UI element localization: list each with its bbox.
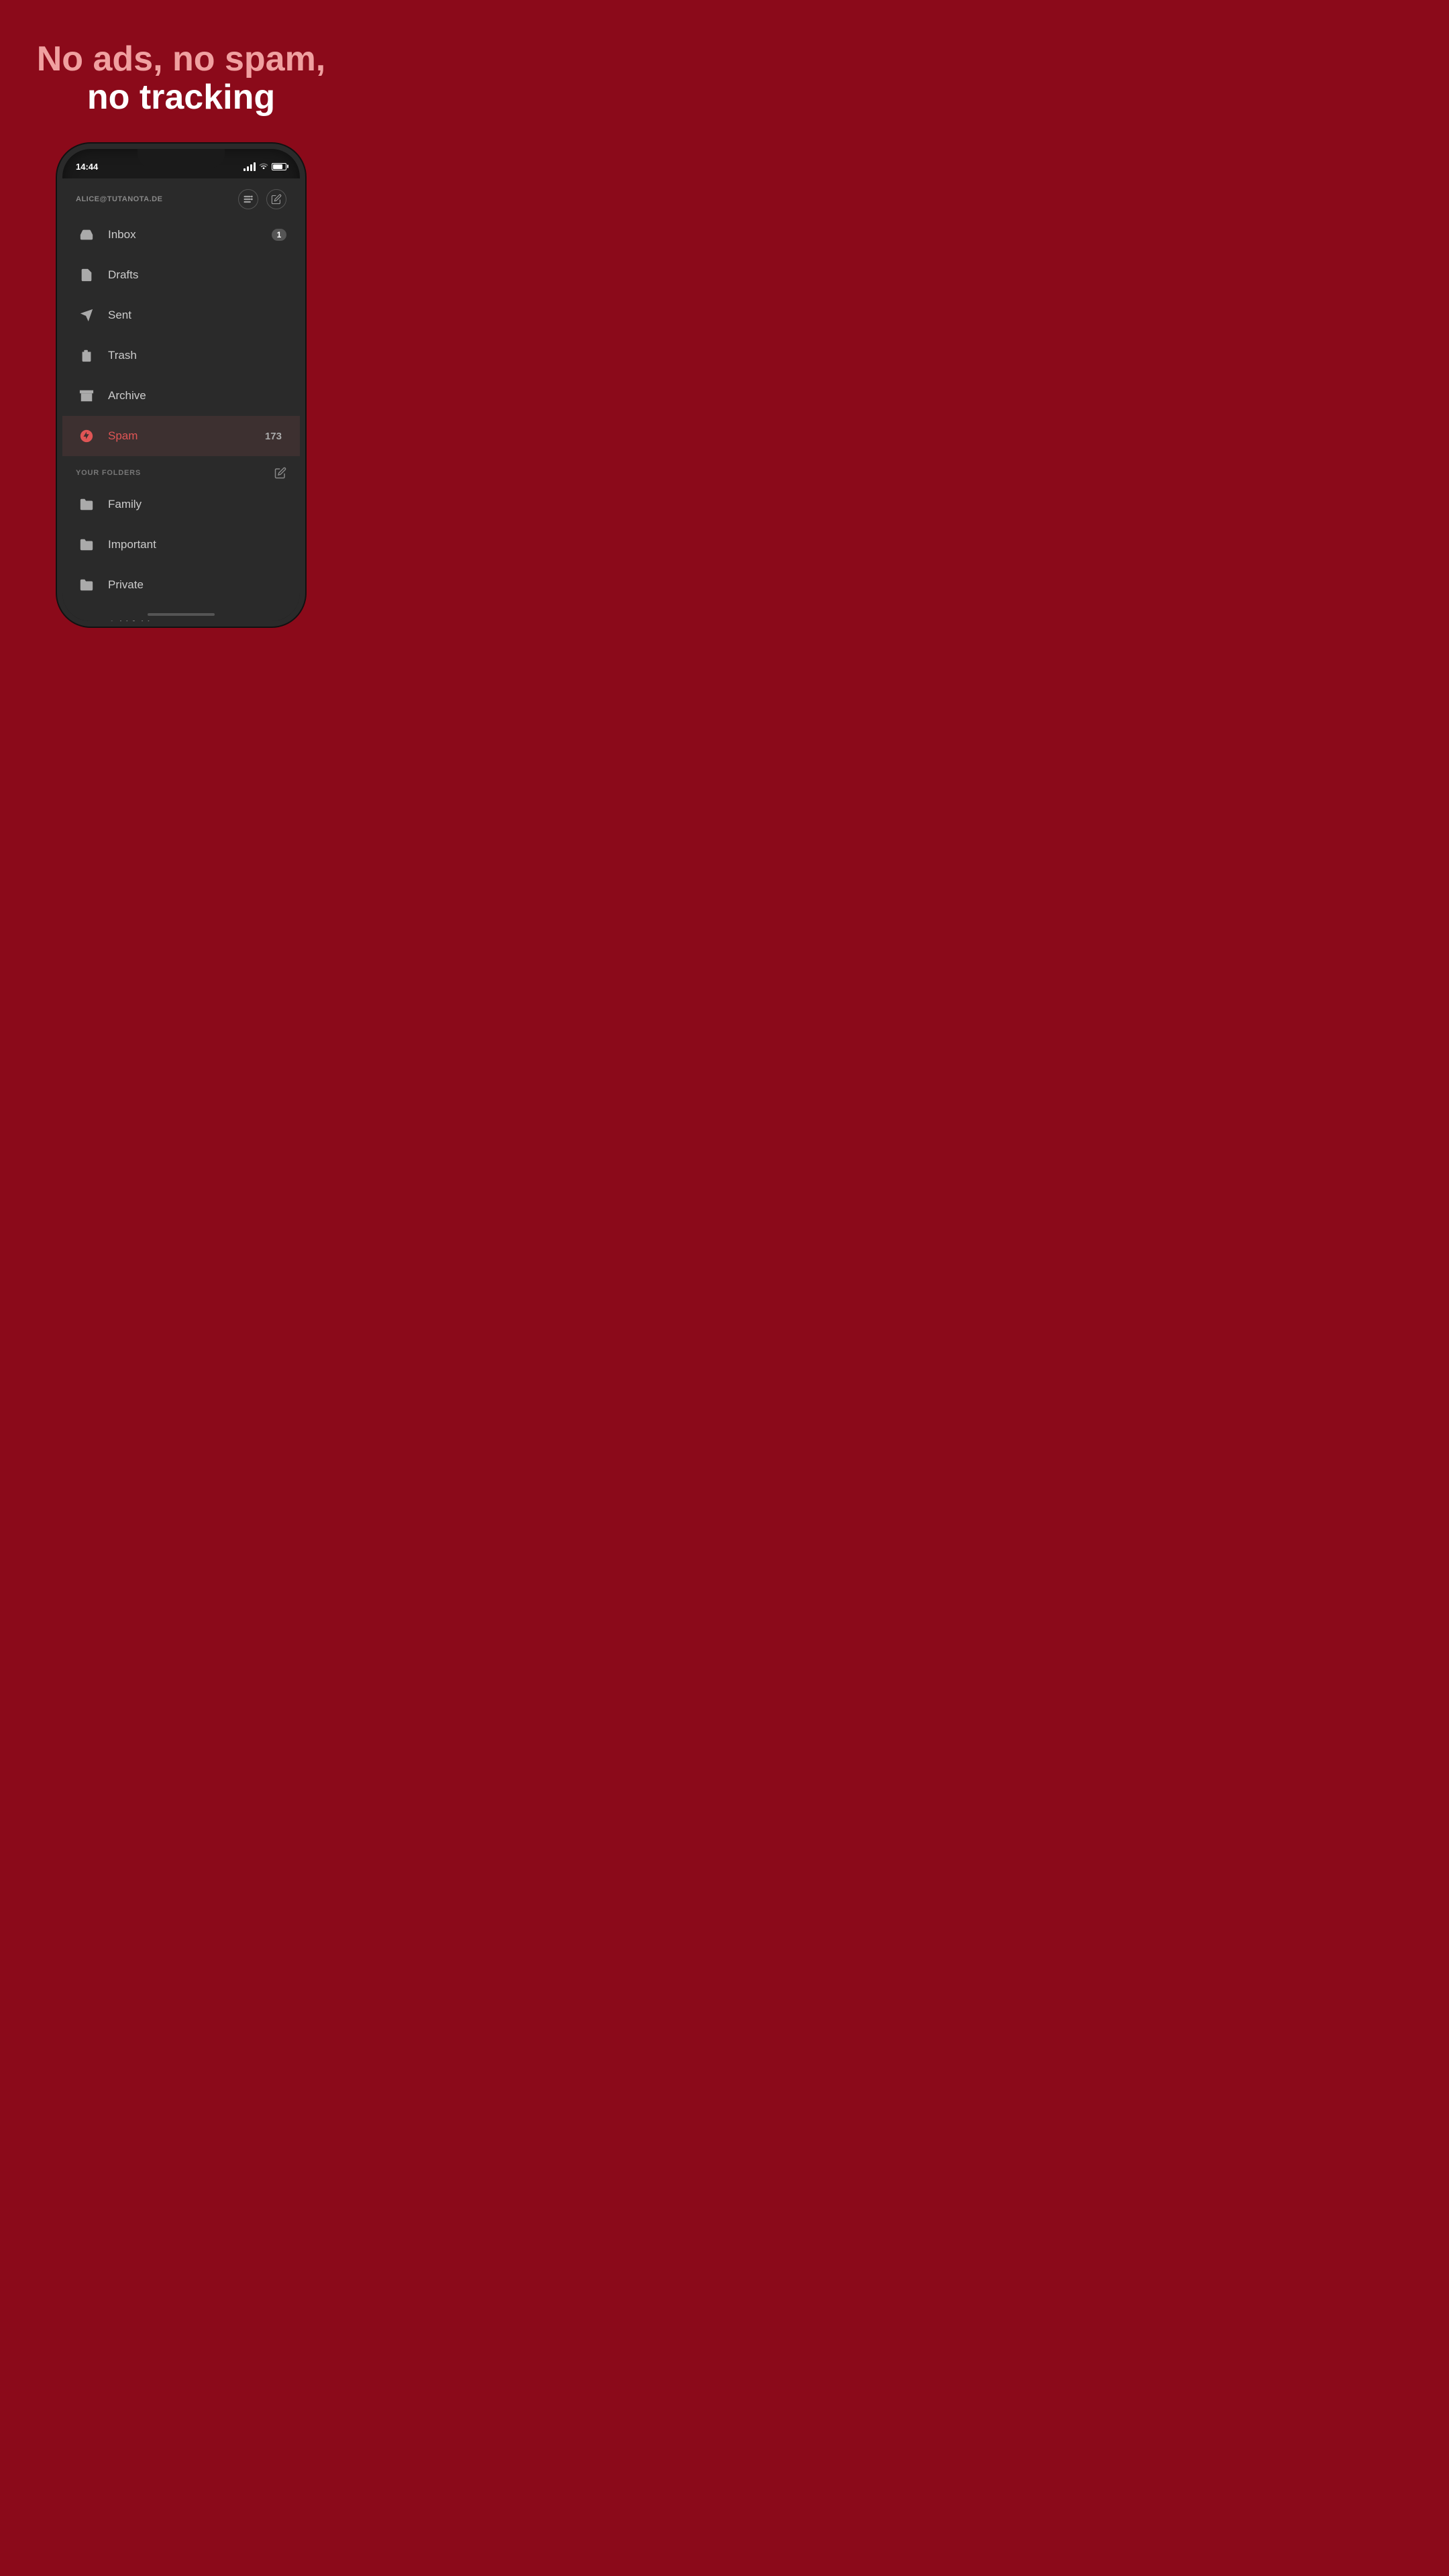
sent-label: Sent	[108, 309, 286, 322]
inbox-label: Inbox	[108, 228, 272, 241]
hero-line1: No ads, no spam,	[20, 40, 342, 78]
trash-label: Trash	[108, 349, 286, 362]
account-header: ALICE@TUTANOTA.DE	[62, 178, 300, 215]
signal-bars-icon	[244, 162, 256, 171]
phone-mockup: 14:44	[57, 144, 305, 627]
add-folder-label: Add folder	[108, 619, 160, 621]
private-folder-icon	[76, 574, 97, 596]
trash-icon	[76, 345, 97, 366]
multiselect-icon	[243, 194, 254, 205]
family-folder-icon	[76, 494, 97, 515]
folder-item-private[interactable]: Private	[62, 565, 300, 605]
folder-item-important[interactable]: Important	[62, 525, 300, 565]
drafts-icon	[76, 264, 97, 286]
compose-icon	[271, 194, 282, 205]
sent-icon	[76, 305, 97, 326]
mailbox-nav: Inbox 1 Drafts	[62, 215, 300, 456]
archive-label: Archive	[108, 389, 286, 402]
drafts-label: Drafts	[108, 268, 286, 282]
spam-badge: 173	[260, 429, 286, 443]
status-icons	[244, 162, 286, 171]
nav-item-drafts[interactable]: Drafts	[62, 255, 300, 295]
important-folder-icon	[76, 534, 97, 555]
nav-item-inbox[interactable]: Inbox 1	[62, 215, 300, 255]
folders-section-title: YOUR FOLDERS	[76, 469, 141, 477]
phone-frame: 14:44	[57, 144, 305, 627]
inbox-badge: 1	[272, 229, 286, 241]
hero-line2: no tracking	[20, 78, 342, 117]
folders-section-header: YOUR FOLDERS	[62, 456, 300, 484]
compose-button[interactable]	[266, 189, 286, 209]
battery-icon	[272, 163, 286, 170]
nav-item-trash[interactable]: Trash	[62, 335, 300, 376]
inbox-icon	[76, 224, 97, 246]
spam-icon	[76, 425, 97, 447]
private-label: Private	[108, 578, 286, 592]
edit-folders-icon[interactable]	[274, 467, 286, 479]
hero-section: No ads, no spam, no tracking	[0, 0, 362, 137]
home-indicator	[148, 613, 215, 616]
nav-item-sent[interactable]: Sent	[62, 295, 300, 335]
add-folder-plus-icon: +	[76, 614, 97, 621]
archive-icon	[76, 385, 97, 407]
folder-item-family[interactable]: Family	[62, 484, 300, 525]
screen-content: ALICE@TUTANOTA.DE	[62, 178, 300, 621]
important-label: Important	[108, 538, 286, 551]
status-time: 14:44	[76, 162, 98, 172]
phone-notch	[138, 149, 225, 168]
nav-item-archive[interactable]: Archive	[62, 376, 300, 416]
account-email: ALICE@TUTANOTA.DE	[76, 195, 162, 203]
spam-label: Spam	[108, 429, 260, 443]
header-actions	[238, 189, 286, 209]
multiselect-button[interactable]	[238, 189, 258, 209]
nav-item-spam[interactable]: Spam 173	[62, 416, 300, 456]
folders-list: Family Important	[62, 484, 300, 605]
family-label: Family	[108, 498, 286, 511]
wifi-icon	[259, 162, 268, 171]
